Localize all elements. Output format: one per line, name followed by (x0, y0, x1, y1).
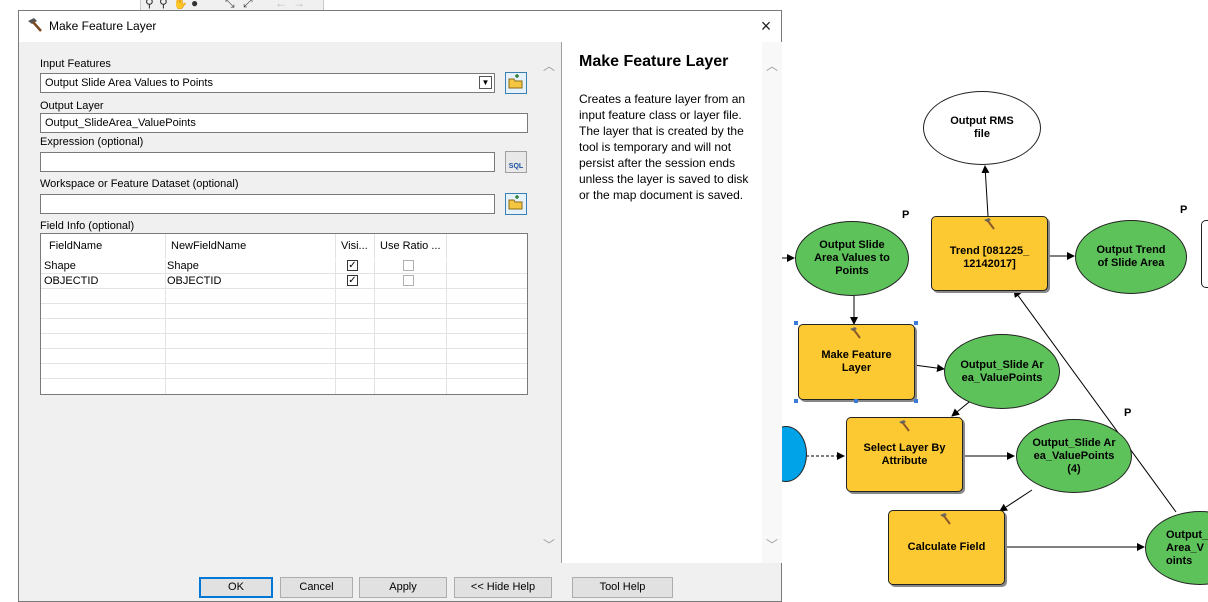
output-layer-field[interactable]: Output_SlideArea_ValuePoints (40, 113, 528, 133)
workspace-label: Workspace or Feature Dataset (optional) (40, 178, 239, 190)
selection-handle[interactable] (794, 321, 798, 325)
table-cell-fieldname: OBJECTID (44, 275, 99, 287)
sql-icon: SQL (508, 163, 524, 170)
input-features-value: Output Slide Area Values to Points (45, 77, 213, 89)
output-rms-label: Output RMS file (950, 115, 1014, 140)
selection-handle[interactable] (794, 399, 798, 403)
output-slide-value-points-4-label: Output_Slide Area_ValuePoints (4) (1032, 436, 1116, 475)
help-scrollbar[interactable]: ︿ ﹀ (762, 42, 782, 563)
offscreen-node[interactable] (1201, 220, 1208, 288)
output-slide-value-points-node[interactable]: Output_Slide Area_ValuePoints (944, 334, 1060, 409)
output-rms-node[interactable]: Output RMS file (923, 91, 1041, 165)
use-ratio-checkbox[interactable] (403, 260, 414, 271)
output-trend-label: Output Trend of Slide Area (1096, 244, 1166, 269)
column-header-fieldname[interactable]: FieldName (43, 234, 165, 259)
hammer-icon (899, 420, 910, 432)
column-header-newfieldname[interactable]: NewFieldName (165, 234, 335, 259)
output-layer-label: Output Layer (40, 100, 104, 112)
dialog-title: Make Feature Layer (49, 19, 157, 33)
hide-help-button[interactable]: << Hide Help (454, 577, 552, 598)
apply-button[interactable]: Apply (359, 577, 447, 598)
close-button[interactable]: × (755, 15, 777, 37)
scroll-up-icon[interactable]: ︿ (762, 56, 782, 76)
visible-checkbox[interactable]: ✓ (347, 275, 358, 286)
selection-handle[interactable] (854, 399, 858, 403)
browse-input-button[interactable] (505, 72, 527, 94)
parameter-tag: P (902, 209, 910, 221)
calculate-field-label: Calculate Field (907, 541, 986, 553)
help-title: Make Feature Layer (579, 53, 729, 70)
expression-field[interactable] (40, 152, 495, 172)
make-feature-layer-label: Make Feature Layer (821, 349, 892, 374)
output-slide-area-values-node[interactable]: Output Slide Area Values to Points (795, 221, 909, 296)
table-cell-newfieldname[interactable]: OBJECTID (167, 274, 221, 289)
open-folder-icon (508, 74, 523, 89)
column-header-visible[interactable]: Visi... (335, 234, 374, 259)
output-layer-value: Output_SlideArea_ValuePoints (45, 117, 196, 129)
globe-icon[interactable]: ● (191, 0, 198, 10)
help-pane: Make Feature Layer Creates a feature lay… (561, 42, 782, 563)
output-slide-value-points-label: Output_Slide Area_ValuePoints (960, 358, 1044, 384)
cancel-button[interactable]: Cancel (280, 577, 353, 598)
field-info-table[interactable]: FieldName NewFieldName Visi... Use Ratio… (40, 233, 528, 395)
parameters-scrollbar[interactable]: ︿ ﹀ (539, 42, 559, 563)
hammer-icon (850, 327, 861, 339)
use-ratio-checkbox[interactable] (403, 275, 414, 286)
parameters-pane: Input Features Output Slide Area Values … (19, 42, 539, 563)
hammer-icon (984, 218, 995, 230)
parameter-tag: P (1180, 204, 1188, 216)
select-layer-label: Select Layer By Attribute (863, 441, 946, 467)
column-header-use-ratio[interactable]: Use Ratio ... (374, 234, 446, 259)
dialog-titlebar: Make Feature Layer × (19, 11, 781, 42)
input-features-label: Input Features (40, 58, 111, 70)
output-slide-value-points-4-node[interactable]: Output_Slide Area_ValuePoints (4) (1016, 419, 1132, 493)
sql-builder-button[interactable]: SQL (505, 151, 527, 173)
output-partial-label: Output_ Area_V oints (1166, 528, 1208, 567)
browse-workspace-button[interactable] (505, 193, 527, 215)
zoom-in-icon[interactable]: ⚲ (145, 0, 154, 10)
workspace-field[interactable] (40, 194, 495, 214)
field-info-label: Field Info (optional) (40, 220, 135, 232)
open-folder-icon (508, 195, 523, 210)
forward-icon[interactable]: → (293, 0, 305, 10)
expression-label: Expression (optional) (40, 136, 144, 148)
make-feature-layer-dialog: Make Feature Layer × Input Features Outp… (18, 10, 782, 602)
pan-icon[interactable]: ✋ (173, 0, 188, 10)
scroll-down-icon[interactable]: ﹀ (539, 535, 559, 555)
output-trend-node[interactable]: Output Trend of Slide Area (1075, 220, 1187, 294)
parameter-tag: P (1124, 407, 1132, 419)
scroll-up-icon[interactable]: ︿ (539, 56, 559, 76)
hammer-icon (940, 513, 951, 525)
tool-help-button[interactable]: Tool Help (572, 577, 673, 598)
ok-button[interactable]: OK (199, 577, 273, 598)
zoom-out-icon[interactable]: ⚲ (159, 0, 168, 10)
selection-handle[interactable] (914, 321, 918, 325)
fixed-zoom-out-icon[interactable]: ⤢ (243, 0, 253, 10)
hammer-icon (28, 18, 42, 32)
trend-label: Trend [081225_12142017] (949, 244, 1030, 270)
table-cell-newfieldname[interactable]: Shape (167, 259, 199, 274)
back-icon[interactable]: ← (275, 0, 287, 10)
visible-checkbox[interactable]: ✓ (347, 260, 358, 271)
selection-handle[interactable] (914, 399, 918, 403)
table-cell-fieldname: Shape (44, 260, 76, 272)
help-description: Creates a feature layer from an input fe… (579, 92, 749, 202)
fixed-zoom-in-icon[interactable]: ⤡ (225, 0, 235, 10)
input-features-combobox[interactable]: Output Slide Area Values to Points ▼ (40, 73, 495, 93)
output-slide-area-values-label: Output Slide Area Values to Points (814, 239, 890, 277)
scroll-down-icon[interactable]: ﹀ (762, 535, 782, 555)
chevron-down-icon[interactable]: ▼ (479, 76, 492, 89)
